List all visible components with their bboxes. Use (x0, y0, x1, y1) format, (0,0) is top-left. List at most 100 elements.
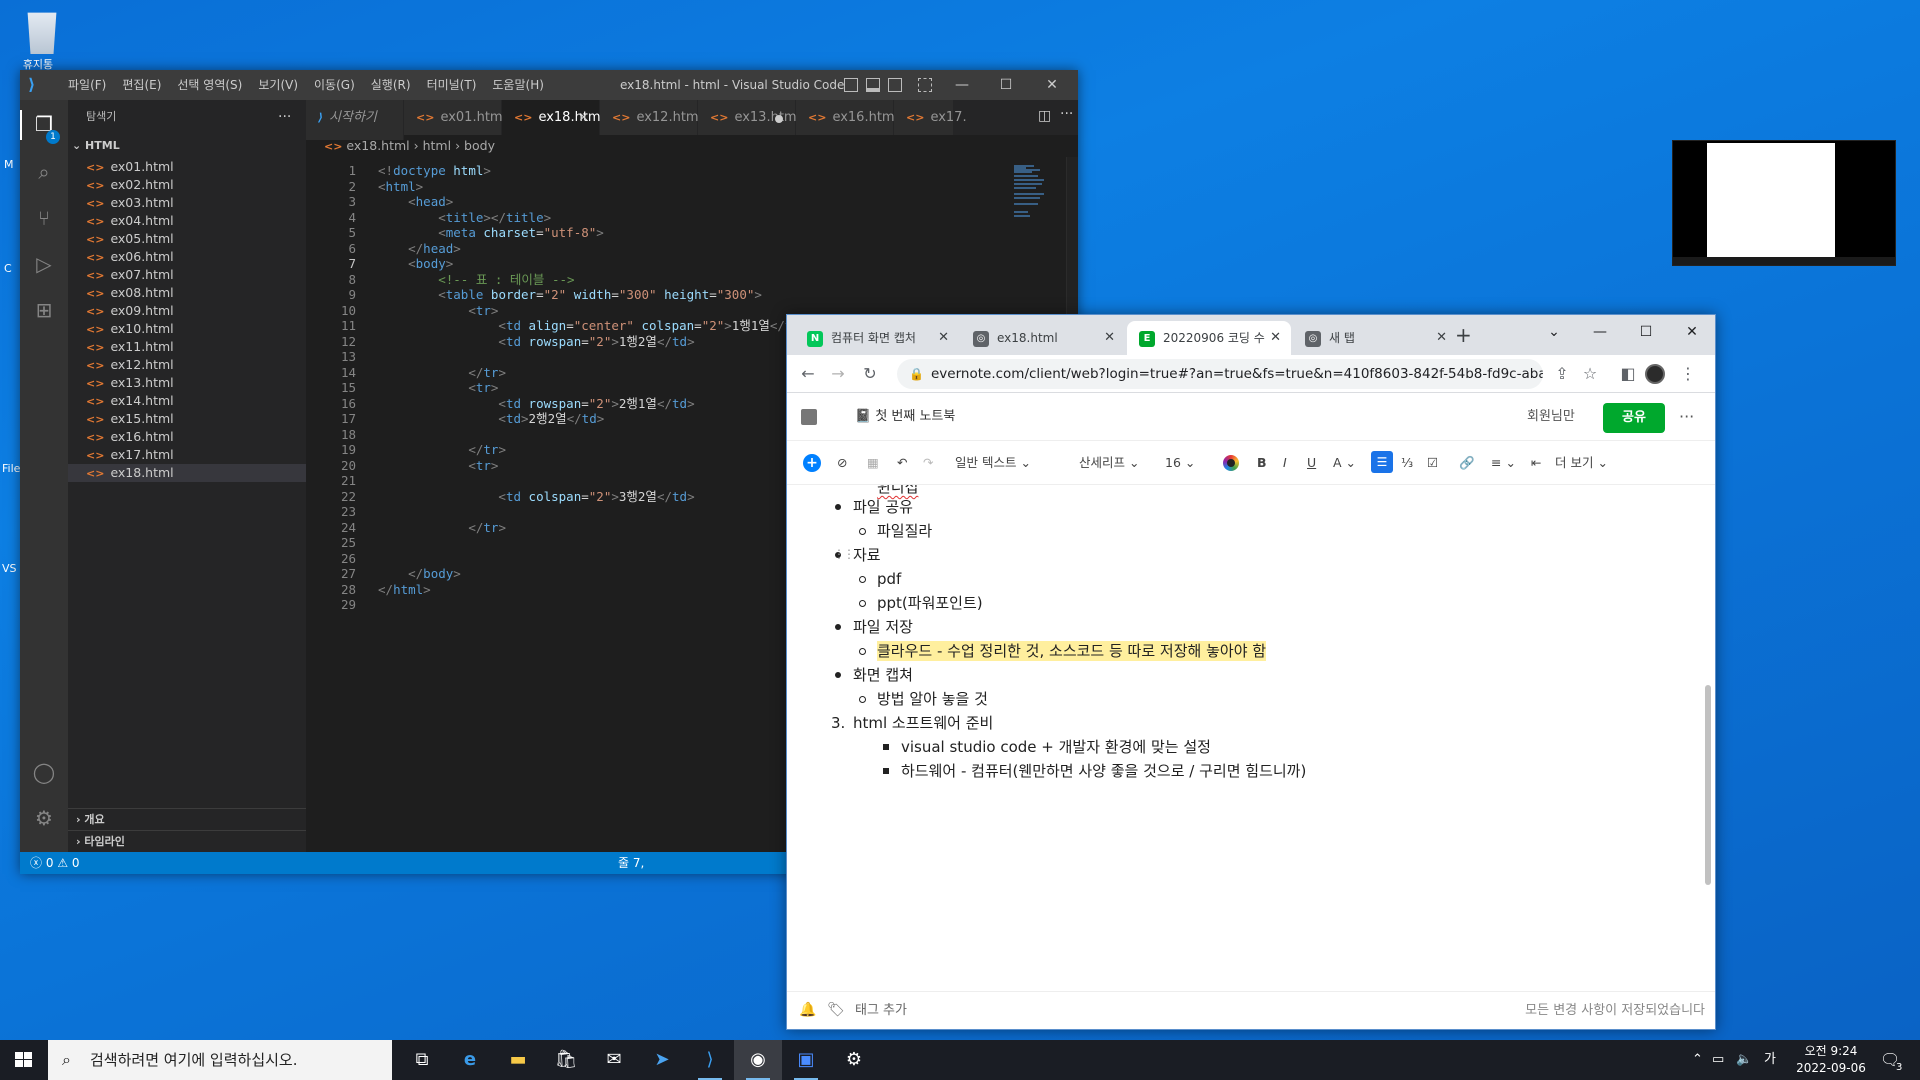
explorer-more-icon[interactable]: ··· (278, 100, 291, 134)
cursor-position[interactable]: 줄 7, (618, 852, 644, 874)
tab-close-icon[interactable]: × (578, 100, 589, 135)
error-icon[interactable]: ⓧ (30, 856, 42, 870)
note-list-item[interactable]: 자료 (853, 545, 881, 565)
note-list-item[interactable]: 하드웨어 - 컴퓨터(웬만하면 사양 좋을 것으로 / 구리면 힘드니까) (901, 761, 1306, 781)
text-style-select[interactable]: 일반 텍스트 ⌄ (955, 441, 1031, 485)
redo-icon[interactable]: ↷ (923, 441, 933, 485)
note-scrollbar[interactable] (1705, 685, 1711, 885)
explorer-file-item[interactable]: <> ex15.html (68, 410, 306, 428)
more-format-button[interactable]: 더 보기 ⌄ (1555, 441, 1608, 485)
clock[interactable]: 오전 9:24 2022-09-06 (1786, 1043, 1876, 1077)
explorer-file-item[interactable]: <> ex09.html (68, 302, 306, 320)
split-editor-icon[interactable]: ◫ (1038, 108, 1051, 124)
note-list-item[interactable]: 방법 알아 놓을 것 (877, 689, 988, 709)
font-select[interactable]: 산세리프 ⌄ (1079, 441, 1139, 485)
explorer-file-item[interactable]: <> ex03.html (68, 194, 306, 212)
breadcrumb-body[interactable]: body (464, 138, 495, 153)
network-icon[interactable]: ▭ (1712, 1040, 1724, 1080)
font-size-select[interactable]: 16 ⌄ (1165, 441, 1195, 485)
folder-html[interactable]: ⌄ HTML (72, 136, 120, 156)
side-panel-icon[interactable]: ◧ (1615, 361, 1641, 387)
explorer-file-item[interactable]: <> ex16.html (68, 428, 306, 446)
zoom-icon[interactable]: ▣ (782, 1040, 830, 1080)
breadcrumb-html[interactable]: html (423, 138, 451, 153)
back-icon[interactable]: ← (795, 361, 821, 387)
editor-tab[interactable]: <> ex01.html (404, 100, 506, 135)
explorer-file-item[interactable]: <> ex07.html (68, 266, 306, 284)
editor-tab[interactable]: <> ex13.html (698, 100, 800, 135)
breadcrumb-file[interactable]: ex18.html (346, 138, 409, 153)
tab-search-icon[interactable]: ⌄ (1531, 315, 1577, 349)
menu-terminal[interactable]: 터미널(T) (419, 70, 485, 100)
timeline-section[interactable]: › 타임라인 (68, 830, 306, 852)
explorer-file-item[interactable]: <> ex11.html (68, 338, 306, 356)
minimap[interactable] (996, 157, 1076, 217)
note-list-item[interactable]: 파일 공유 (853, 497, 913, 517)
extensions-icon[interactable]: ⊞ (32, 298, 56, 322)
calendar-icon[interactable]: ▦ (867, 441, 879, 485)
chrome-taskbar-icon[interactable]: ◉ (734, 1040, 782, 1080)
member-label[interactable]: 회원님만 (1527, 393, 1575, 441)
forward-icon[interactable]: → (825, 361, 851, 387)
editor-tab[interactable]: <> ex18.html × (502, 100, 604, 135)
explorer-file-item[interactable]: <> ex13.html (68, 374, 306, 392)
tray-chevron-icon[interactable]: ⌃ (1692, 1040, 1703, 1080)
note-list-item[interactable]: 파일질라 (877, 521, 932, 541)
start-button[interactable] (0, 1040, 48, 1080)
note-list-item[interactable]: pdf (877, 569, 901, 589)
menu-file[interactable]: 파일(F) (60, 70, 114, 100)
toggle-secondary-sidebar-icon[interactable] (888, 78, 902, 92)
warning-count[interactable]: 0 (72, 856, 80, 870)
search-icon[interactable]: ⌕ (32, 160, 56, 184)
recycle-bin-icon[interactable] (27, 12, 57, 54)
drag-handle-icon[interactable]: ⋮⋮ (833, 547, 855, 561)
mail-icon[interactable]: ✉ (590, 1040, 638, 1080)
note-text-cut[interactable]: 윈디섭 (877, 485, 918, 497)
explorer-file-item[interactable]: <> ex05.html (68, 230, 306, 248)
note-list-item[interactable]: html 소프트웨어 준비 (853, 713, 993, 733)
editor-tab[interactable]: <> ex17. (894, 100, 967, 135)
align-icon[interactable]: ≡ ⌄ (1491, 441, 1516, 485)
store-icon[interactable]: 🛍 (542, 1040, 590, 1080)
highlight-icon[interactable]: A ⌄ (1333, 441, 1356, 485)
explorer-file-item[interactable]: <> ex18.html (68, 464, 306, 482)
add-tag-input[interactable]: 태그 추가 (855, 992, 907, 1030)
editor-tab[interactable]: <> ex16.html (796, 100, 898, 135)
error-count[interactable]: 0 (46, 856, 54, 870)
link-icon[interactable]: 🔗 (1459, 441, 1475, 485)
code-line[interactable]: </html> (378, 580, 431, 599)
unsaved-dot-icon[interactable] (775, 115, 783, 123)
screen-capture-preview[interactable] (1672, 140, 1896, 266)
note-list-item[interactable]: 클라우드 - 수업 정리한 것, 소스코드 등 따로 저장해 놓아야 함 (877, 641, 1267, 661)
expand-note-icon[interactable] (801, 409, 817, 425)
browser-tab[interactable]: ◎ 새 탭 ✕ (1293, 321, 1457, 355)
new-tab-button[interactable]: + (1455, 323, 1472, 347)
address-bar[interactable]: 🔒 evernote.com/client/web?login=true#?an… (897, 359, 1543, 389)
code-line[interactable]: <td colspan="2">3행2열</td> (378, 487, 694, 506)
reload-icon[interactable]: ↻ (857, 361, 883, 387)
editor-tab[interactable]: <> ex12.html (600, 100, 702, 135)
menu-edit[interactable]: 편집(E) (114, 70, 169, 100)
run-debug-icon[interactable]: ▷ (32, 252, 56, 276)
color-picker-icon[interactable] (1223, 455, 1239, 471)
outline-section[interactable]: › 개요 (68, 808, 306, 830)
chrome-maximize-button[interactable]: ☐ (1623, 315, 1669, 349)
undo-icon[interactable]: ↶ (897, 441, 907, 485)
notebook-selector[interactable]: 📓 첫 번째 노트북 (855, 393, 955, 441)
bullet-list-icon[interactable]: ☰ (1371, 451, 1393, 473)
explorer-file-item[interactable]: <> ex14.html (68, 392, 306, 410)
underline-icon[interactable]: U (1307, 441, 1316, 485)
maximize-button[interactable]: ☐ (984, 70, 1028, 100)
code-line[interactable]: <tr> (378, 456, 498, 475)
reminder-icon[interactable]: 🔔 (799, 1002, 816, 1018)
bold-icon[interactable]: B (1257, 441, 1267, 485)
browser-tab[interactable]: N 컴퓨터 화면 캡처 ✕ (795, 321, 959, 355)
task-view-icon[interactable]: ⧉ (398, 1040, 446, 1080)
menu-selection[interactable]: 선택 영역(S) (169, 70, 250, 100)
chrome-menu-icon[interactable]: ⋮ (1675, 361, 1701, 387)
menu-run[interactable]: 실행(R) (363, 70, 419, 100)
share-page-icon[interactable]: ⇪ (1549, 361, 1575, 387)
source-control-icon[interactable]: ⑂ (32, 206, 56, 230)
share-button[interactable]: 공유 (1603, 403, 1665, 433)
explorer-file-item[interactable]: <> ex01.html (68, 158, 306, 176)
